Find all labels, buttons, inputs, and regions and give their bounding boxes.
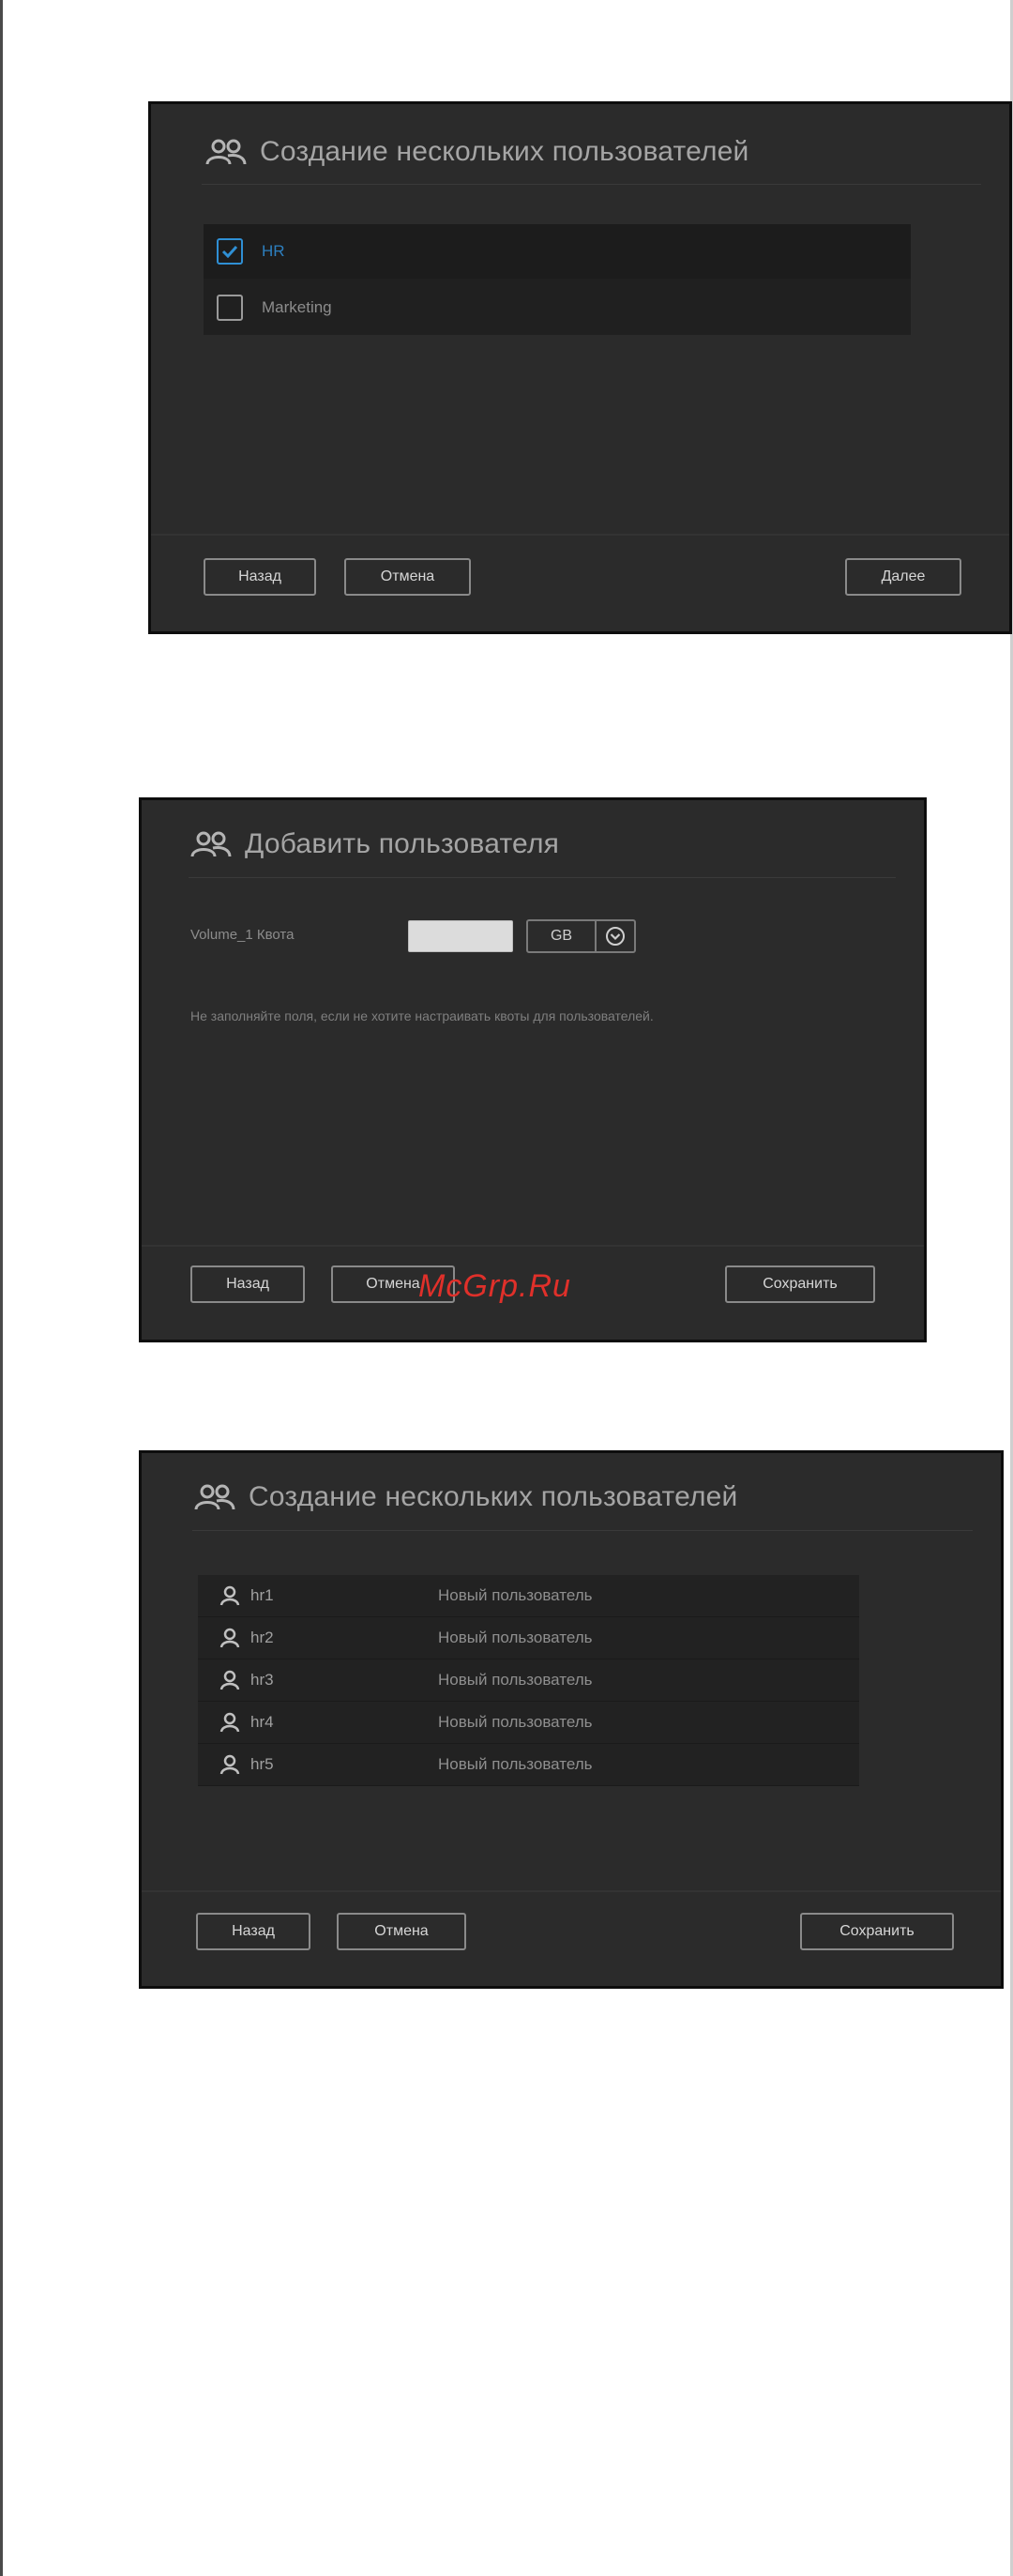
title-divider xyxy=(202,184,981,185)
user-name: hr5 xyxy=(250,1755,274,1773)
group-label-hr: HR xyxy=(262,242,285,260)
user-name: hr3 xyxy=(250,1671,274,1689)
group-label-marketing: Marketing xyxy=(262,298,332,316)
table-row[interactable]: hr5 Новый пользователь xyxy=(198,1744,859,1786)
users-icon xyxy=(205,139,247,165)
back-button[interactable]: Назад xyxy=(190,1265,305,1303)
quota-input[interactable] xyxy=(408,920,513,952)
dialog-add-user: Добавить пользователя Volume_1 Квота GB … xyxy=(139,797,927,1342)
back-button[interactable]: Назад xyxy=(196,1913,310,1950)
user-description: Новый пользователь xyxy=(438,1713,593,1731)
user-table: hr1 Новый пользователь hr2 Новый пользов… xyxy=(198,1575,859,1786)
table-row[interactable]: hr1 Новый пользователь xyxy=(198,1575,859,1617)
dialog-title: Добавить пользователя xyxy=(190,828,559,860)
quota-hint: Не заполняйте поля, если не хотите настр… xyxy=(190,1008,654,1023)
user-description: Новый пользователь xyxy=(438,1629,593,1646)
dialog-title: Создание нескольких пользователей xyxy=(194,1481,738,1513)
user-name: hr2 xyxy=(250,1629,274,1646)
group-list: HR Marketing xyxy=(204,224,911,335)
user-description: Новый пользователь xyxy=(438,1586,593,1604)
cancel-button[interactable]: Отмена xyxy=(337,1913,466,1950)
users-icon xyxy=(190,831,232,857)
user-icon xyxy=(219,1585,240,1606)
cancel-button[interactable]: Отмена xyxy=(344,558,471,596)
watermark: McGrp.Ru xyxy=(418,1268,571,1304)
user-description: Новый пользователь xyxy=(438,1755,593,1773)
footer-divider xyxy=(142,1890,1001,1892)
user-icon xyxy=(219,1712,240,1733)
group-row-hr[interactable]: HR xyxy=(204,224,911,279)
dialog-title: Создание нескольких пользователей xyxy=(205,136,749,168)
title-divider xyxy=(192,1530,973,1531)
dialog-create-users-list: Создание нескольких пользователей hr1 Но… xyxy=(139,1450,1004,1989)
table-row[interactable]: hr4 Новый пользователь xyxy=(198,1702,859,1744)
checkmark-icon xyxy=(221,245,238,258)
checkbox-hr[interactable] xyxy=(217,238,243,265)
users-icon xyxy=(194,1484,235,1510)
footer-divider xyxy=(142,1245,924,1247)
page-left-border xyxy=(0,0,3,2576)
unit-select[interactable]: GB xyxy=(526,919,636,953)
dialog-title-text: Добавить пользователя xyxy=(245,828,560,859)
quota-label: Volume_1 Квота xyxy=(190,927,295,943)
user-name: hr4 xyxy=(250,1713,274,1731)
checkbox-marketing[interactable] xyxy=(217,295,243,321)
table-row[interactable]: hr2 Новый пользователь xyxy=(198,1617,859,1659)
next-button[interactable]: Далее xyxy=(845,558,961,596)
group-row-marketing[interactable]: Marketing xyxy=(204,280,911,335)
footer-divider xyxy=(151,534,1009,536)
table-row[interactable]: hr3 Новый пользователь xyxy=(198,1659,859,1702)
unit-select-value: GB xyxy=(550,928,573,944)
dialog-title-text: Создание нескольких пользователей xyxy=(260,136,749,167)
save-button[interactable]: Сохранить xyxy=(800,1913,954,1950)
user-icon xyxy=(219,1670,240,1690)
user-name: hr1 xyxy=(250,1586,274,1604)
dialog-create-users-groups: Создание нескольких пользователей HR Mar… xyxy=(148,101,1012,634)
dialog-title-text: Создание нескольких пользователей xyxy=(249,1481,738,1512)
title-divider xyxy=(189,877,896,878)
chevron-down-icon[interactable] xyxy=(597,926,634,947)
save-button[interactable]: Сохранить xyxy=(725,1265,875,1303)
user-icon xyxy=(219,1628,240,1648)
back-button[interactable]: Назад xyxy=(204,558,316,596)
user-description: Новый пользователь xyxy=(438,1671,593,1689)
user-icon xyxy=(219,1754,240,1775)
